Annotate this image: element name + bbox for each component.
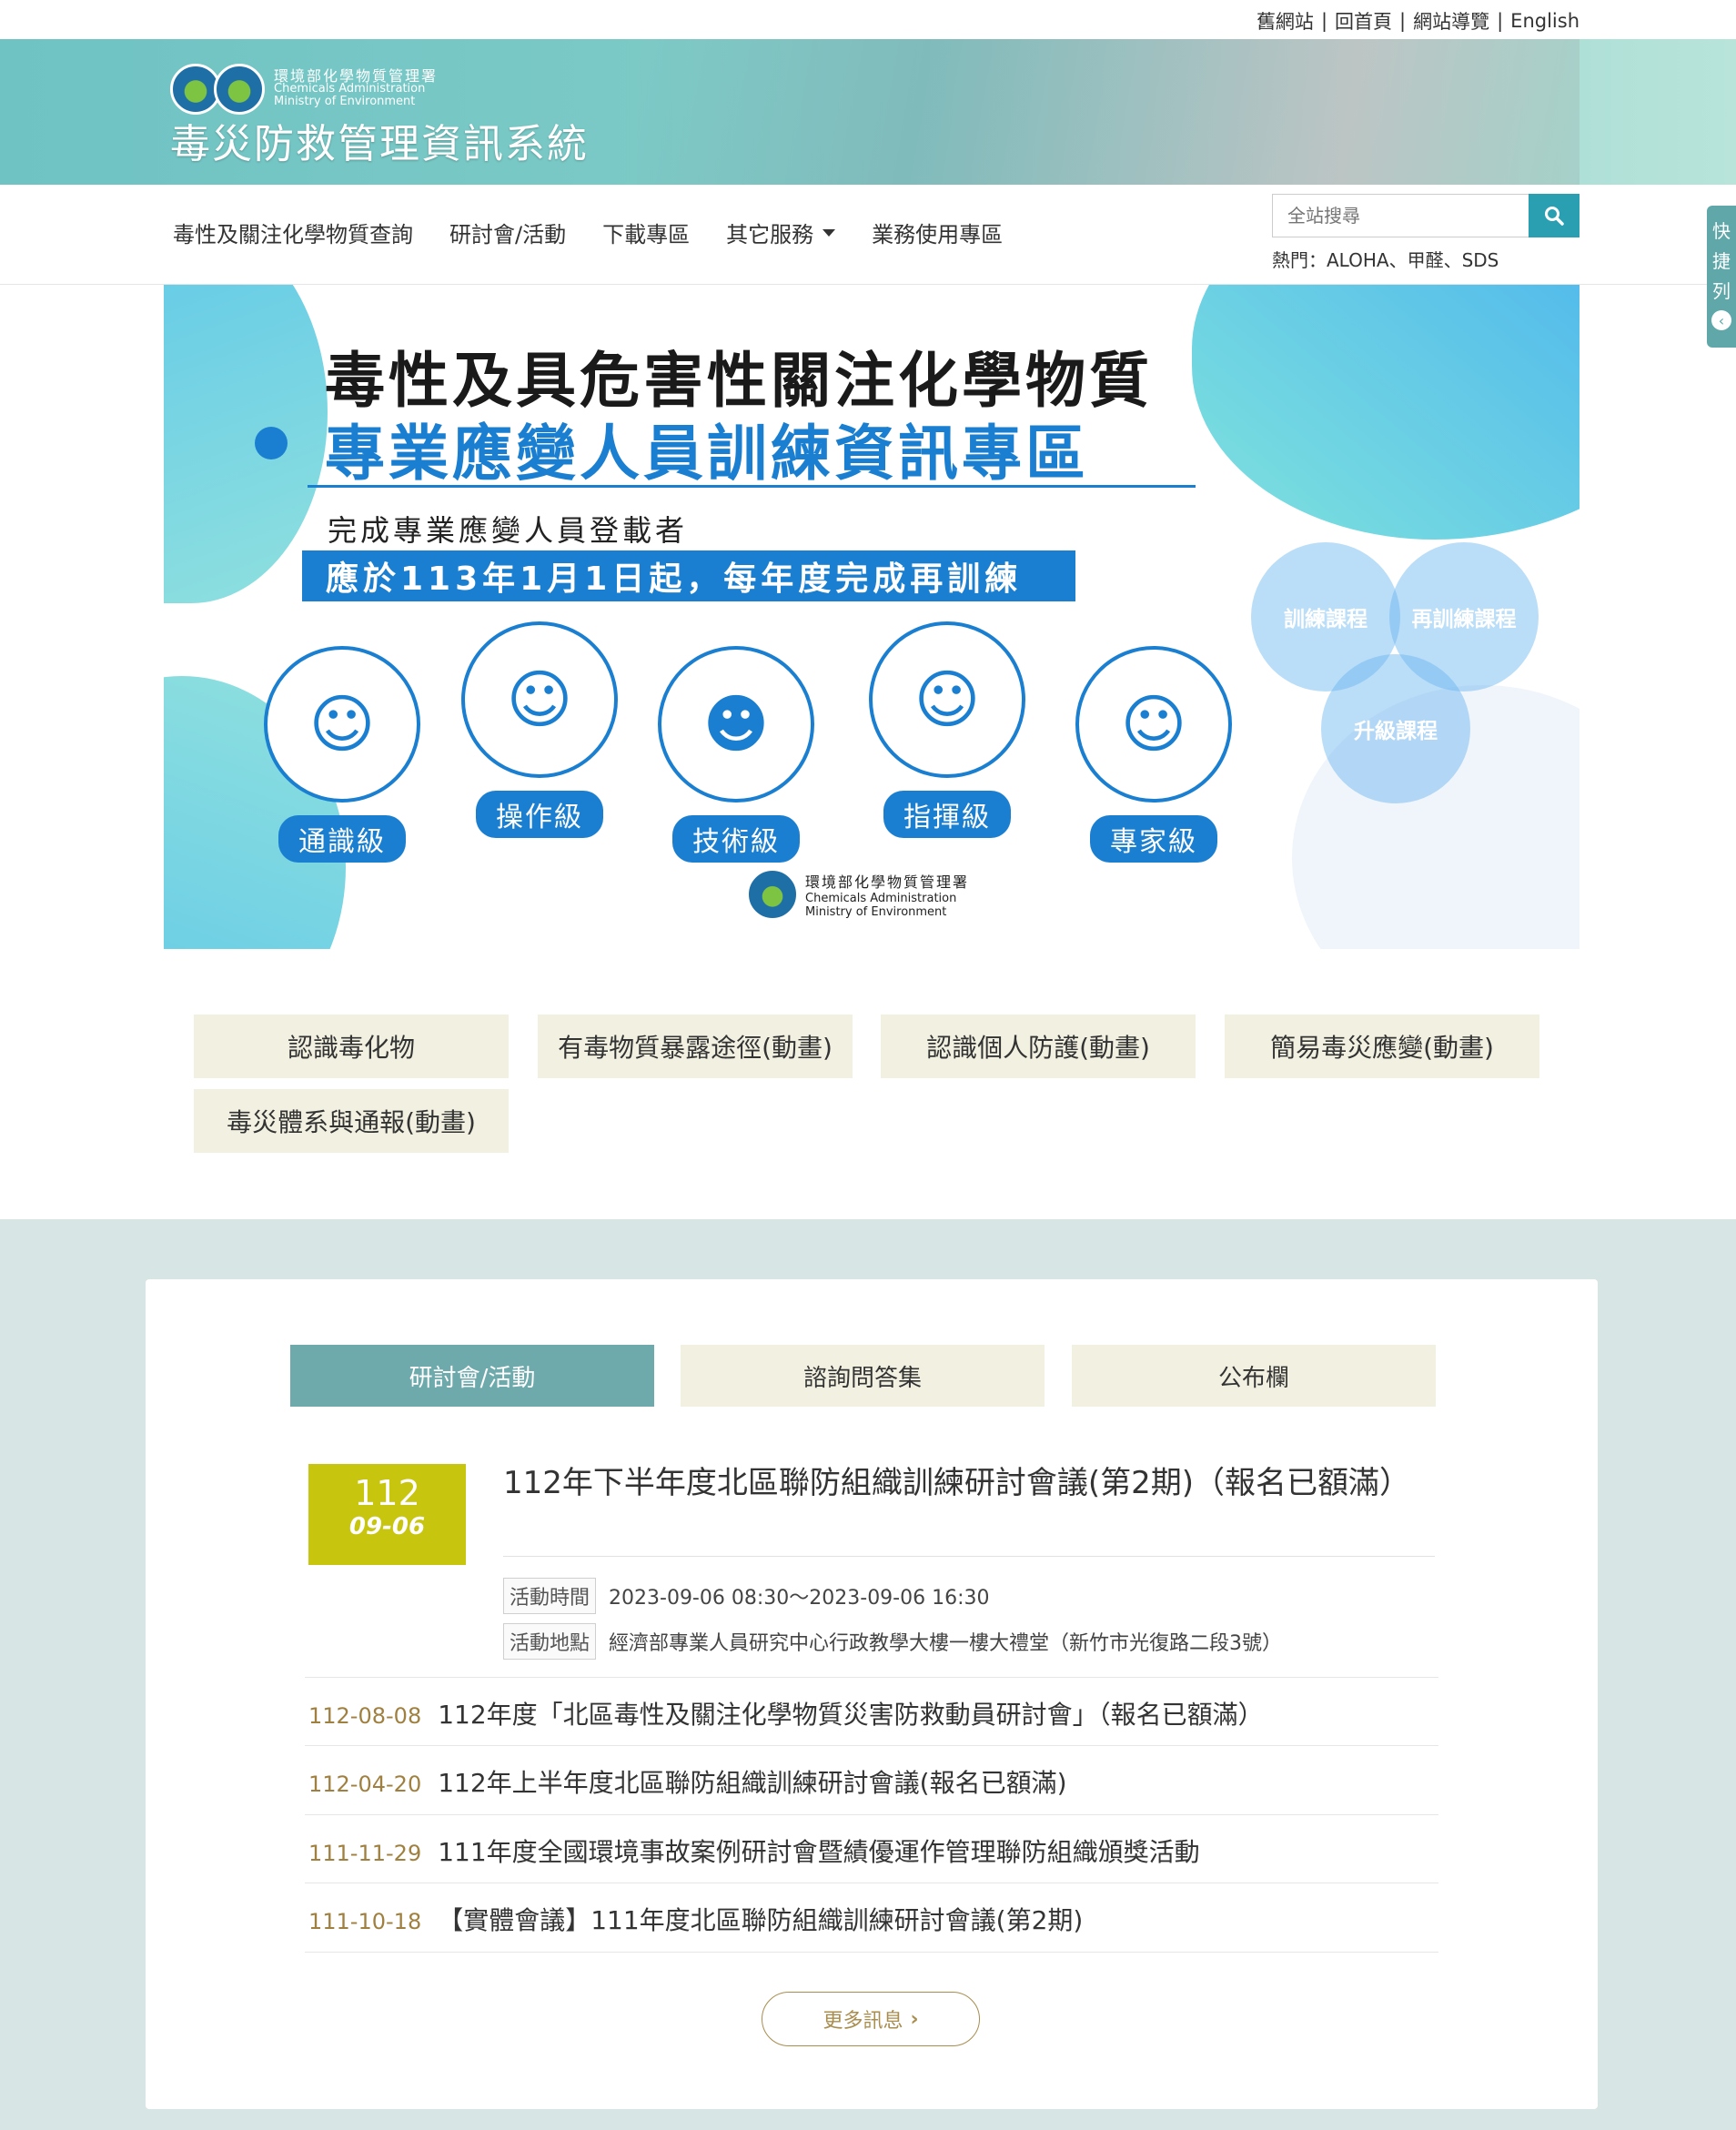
nav-seminars[interactable]: 研討會/活動 [449, 217, 566, 248]
sitemap-link[interactable]: 網站導覽 [1413, 7, 1489, 35]
featured-date: 112 09-06 [308, 1464, 466, 1565]
level-command: ☺ 指揮級 [869, 621, 1025, 838]
person-icon: ☺ [264, 646, 420, 803]
row-divider [305, 1814, 1438, 1815]
tab-faq[interactable]: 諮詢問答集 [681, 1345, 1045, 1407]
level-expert: ☺ 專家級 [1075, 646, 1232, 863]
btn-know-toxic[interactable]: 認識毒化物 [194, 1015, 509, 1078]
agency-logo[interactable]: 環境部化學物質管理署 Chemicals Administration Mini… [170, 64, 438, 115]
venn-upgrade: 升級課程 [1321, 654, 1470, 803]
level-operation: ☺ 操作級 [461, 621, 618, 838]
old-site-link[interactable]: 舊網站 [1257, 7, 1314, 35]
btn-disaster-system[interactable]: 毒災體系與通報(動畫) [194, 1089, 509, 1153]
expert-icon: ☺ [1075, 646, 1232, 803]
banner-photo [637, 39, 1580, 185]
featured-divider [503, 1556, 1435, 1557]
site-search [1272, 194, 1580, 237]
featured-place: 活動地點 經濟部專業人員研究中心行政教學大樓一樓大禮堂（新竹市光復路二段3號） [503, 1623, 1282, 1660]
agency-emblem-icon [749, 871, 796, 918]
english-link[interactable]: English [1510, 10, 1580, 32]
row-divider [305, 1745, 1438, 1746]
chevron-right-icon: › [910, 2007, 919, 2031]
decor-dot [255, 427, 288, 459]
list-item[interactable]: 111-11-29 111年度全國環境事故案例研討會暨績優運作管理聯防組織頒獎活… [308, 1832, 1200, 1869]
commander-icon: ☺ [869, 621, 1025, 778]
level-general: ☺ 通識級 [264, 646, 420, 863]
home-link[interactable]: 回首頁 [1335, 7, 1392, 35]
nav-downloads[interactable]: 下載專區 [602, 217, 690, 248]
tab-bulletin[interactable]: 公布欄 [1072, 1345, 1436, 1407]
hazmat-suit-icon: ☻ [658, 646, 814, 803]
featured-time: 活動時間 2023-09-06 08:30～2023-09-06 16:30 [503, 1578, 990, 1614]
list-item[interactable]: 112-04-20 112年上半年度北區聯防組織訓練研討會議(報名已額滿) [308, 1763, 1067, 1800]
decor-blob [1192, 285, 1580, 540]
nav-business-area[interactable]: 業務使用專區 [872, 217, 1003, 248]
hero-agency-logo: 環境部化學物質管理署 Chemicals Administration Mini… [749, 870, 969, 919]
row-divider [305, 1952, 1438, 1953]
row-divider [305, 1677, 1438, 1678]
more-news-button[interactable]: 更多訊息 › [762, 1992, 980, 2046]
caret-down-icon [823, 228, 836, 237]
hero-notice-strip: 應於113年1月1日起，每年度完成再訓練 [302, 550, 1075, 601]
nav-chemical-query[interactable]: 毒性及關注化學物質查詢 [173, 217, 413, 248]
search-input[interactable] [1272, 194, 1529, 237]
search-icon [1545, 207, 1564, 226]
chevron-left-icon: ‹ [1711, 310, 1731, 330]
search-button[interactable] [1529, 194, 1580, 237]
quick-bar[interactable]: 快 捷 列 ‹ [1707, 206, 1736, 348]
level-technical: ☻ 技術級 [658, 646, 814, 863]
list-item[interactable]: 112-08-08 112年度「北區毒性及關注化學物質災害防救動員研討會」（報名… [308, 1695, 1264, 1731]
hot-keywords[interactable]: 熱門：ALOHA、甲醛、SDS [1272, 246, 1499, 272]
page: 舊網站 | 回首頁 | 網站導覽 | English 環境部化學物質管理署 Chemi… [0, 0, 1736, 2130]
nav-other-services[interactable]: 其它服務 [726, 217, 836, 248]
hero-rule [308, 485, 1196, 488]
worker-icon: ☺ [461, 621, 618, 778]
top-links: 舊網站 | 回首頁 | 網站導覽 | English [1257, 7, 1580, 35]
featured-title[interactable]: 112年下半年度北區聯防組織訓練研討會議(第2期)（報名已額滿） [503, 1463, 1440, 1503]
btn-personal-protection[interactable]: 認識個人防護(動畫) [881, 1015, 1196, 1078]
btn-simple-response[interactable]: 簡易毒災應變(動畫) [1225, 1015, 1539, 1078]
list-item[interactable]: 111-10-18 【實體會議】111年度北區聯防組織訓練研討會議(第2期) [308, 1901, 1083, 1937]
agency-emblem-icon [214, 64, 265, 115]
tab-seminars[interactable]: 研討會/活動 [290, 1345, 654, 1407]
main-nav: 毒性及關注化學物質查詢 研討會/活動 下載專區 其它服務 業務使用專區 [173, 217, 1003, 248]
hero-caption: 完成專業應變人員登載者 [328, 513, 689, 548]
hero-subheading: 專業應變人員訓練資訊專區 [325, 419, 1089, 489]
site-title[interactable]: 毒災防救管理資訊系統 [170, 111, 589, 169]
btn-exposure-path[interactable]: 有毒物質暴露途徑(動畫) [538, 1015, 853, 1078]
hero-banner[interactable]: 毒性及具危害性關注化學物質 專業應變人員訓練資訊專區 完成專業應變人員登載者 應… [164, 285, 1580, 949]
